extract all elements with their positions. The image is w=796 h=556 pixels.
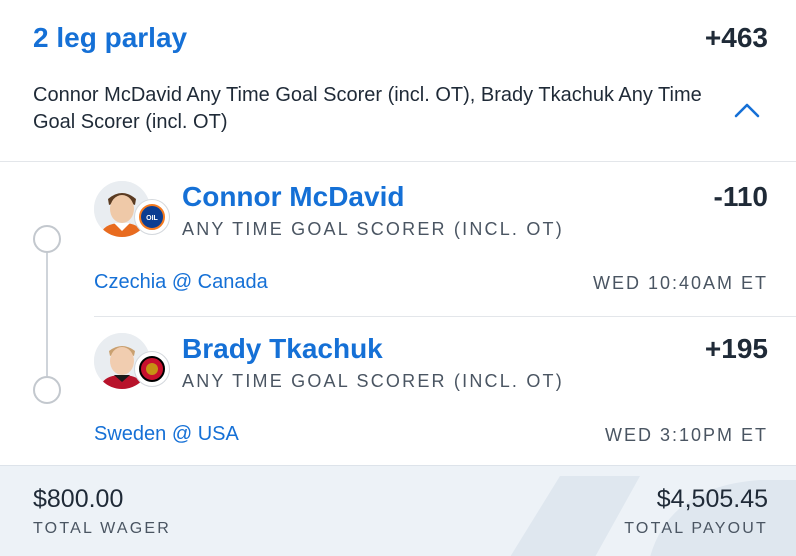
leg-odds: +195 bbox=[704, 333, 768, 364]
leg-card-1[interactable]: OIL Connor McDavid ANY TIME GOAL SCORER … bbox=[94, 163, 796, 316]
parlay-header: 2 leg parlay +463 Connor McDavid Any Tim… bbox=[0, 0, 796, 162]
player-name: Brady Tkachuk bbox=[182, 333, 383, 364]
total-wager-amount: $800.00 bbox=[33, 485, 124, 513]
matchup-link[interactable]: Sweden @ USA bbox=[94, 423, 239, 446]
total-payout-amount: $4,505.45 bbox=[656, 485, 768, 513]
game-time: WED 10:40AM ET bbox=[592, 273, 768, 293]
leg-odds: -110 bbox=[713, 181, 769, 212]
matchup-link[interactable]: Czechia @ Canada bbox=[94, 271, 268, 294]
leg-node-2 bbox=[33, 376, 61, 404]
market-label: ANY TIME GOAL SCORER (INCL. OT) bbox=[182, 371, 564, 391]
total-wager-label: TOTAL WAGER bbox=[33, 520, 171, 537]
timeline-connector bbox=[46, 252, 48, 376]
parlay-odds: +463 bbox=[704, 22, 768, 53]
total-payout-label: TOTAL PAYOUT bbox=[624, 520, 768, 537]
leg-node-1 bbox=[33, 225, 61, 253]
oilers-logo-icon: OIL bbox=[134, 199, 170, 235]
leg-card-2[interactable]: Brady Tkachuk ANY TIME GOAL SCORER (INCL… bbox=[94, 316, 796, 465]
wager-footer: $800.00 TOTAL WAGER $4,505.45 TOTAL PAYO… bbox=[0, 465, 796, 556]
parlay-summary: Connor McDavid Any Time Goal Scorer (inc… bbox=[33, 84, 702, 133]
market-label: ANY TIME GOAL SCORER (INCL. OT) bbox=[182, 219, 564, 239]
chevron-up-icon bbox=[734, 103, 760, 118]
game-time: WED 3:10PM ET bbox=[604, 425, 768, 445]
collapse-button[interactable] bbox=[730, 96, 764, 126]
player-name: Connor McDavid bbox=[182, 181, 405, 212]
svg-text:OIL: OIL bbox=[146, 215, 158, 222]
parlay-title: 2 leg parlay bbox=[33, 22, 188, 53]
senators-logo-icon bbox=[134, 351, 170, 387]
